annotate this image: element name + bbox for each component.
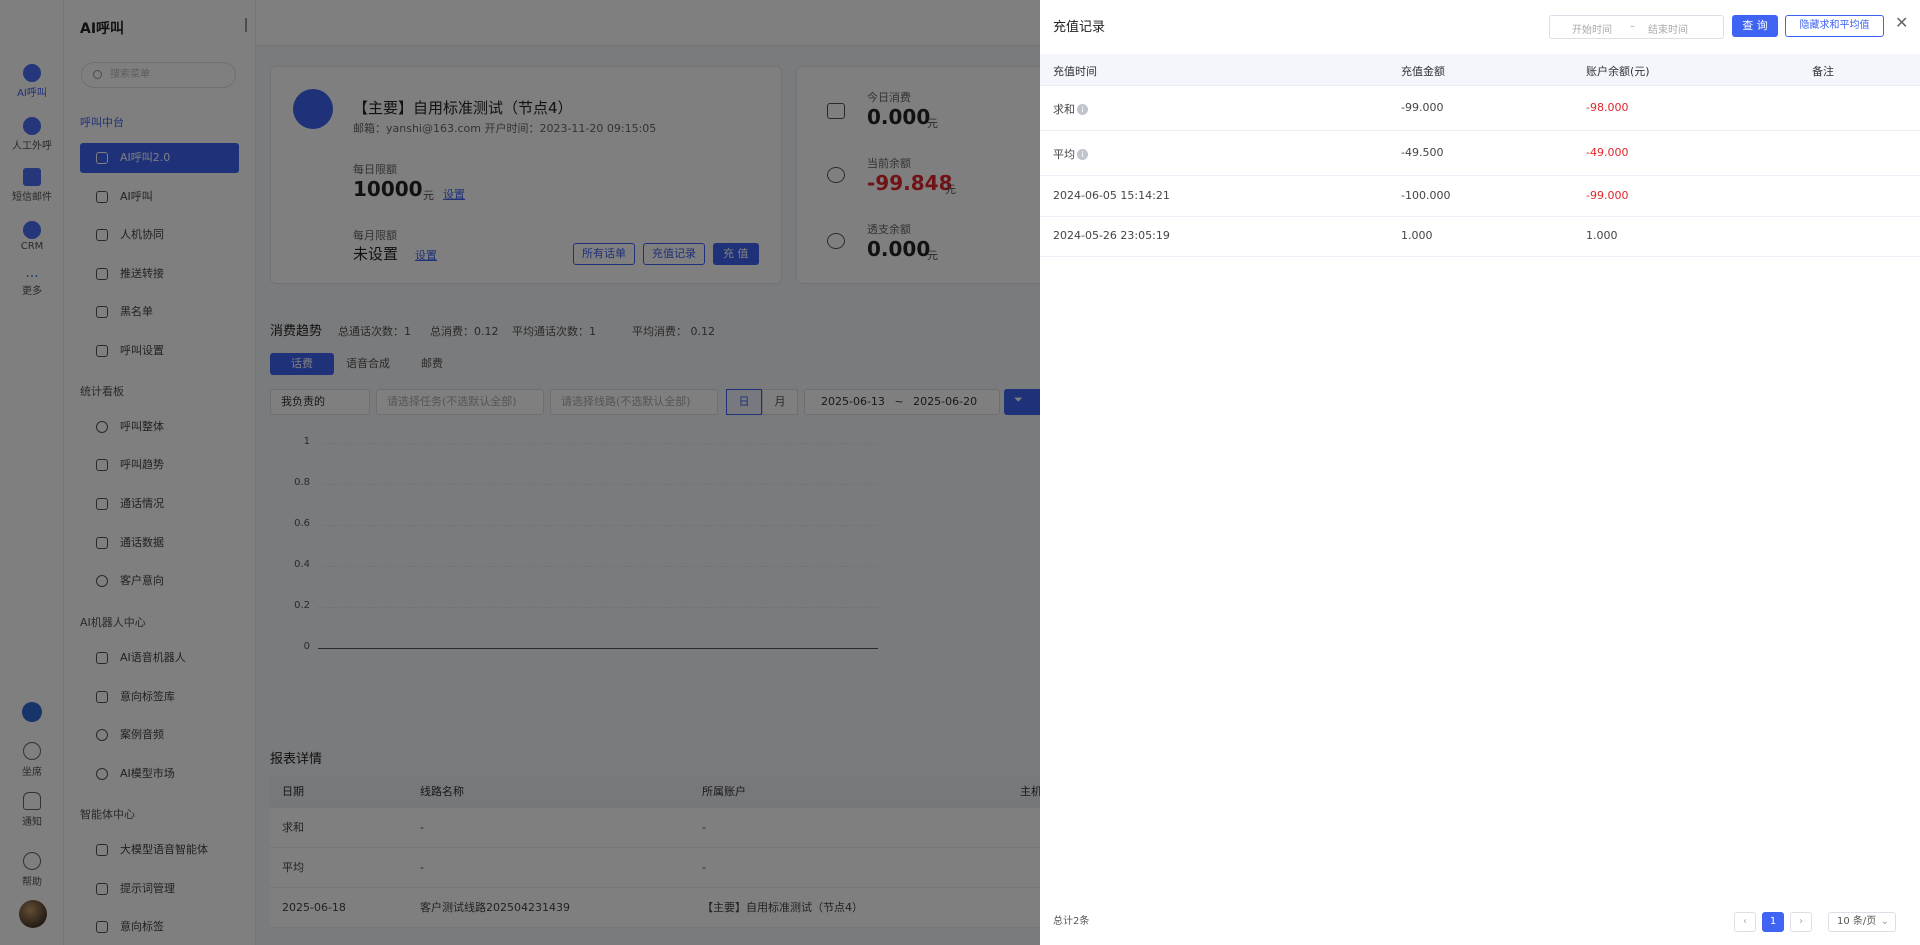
table-row: 2024-06-05 15:14:21 -100.000 -99.000 xyxy=(1040,176,1920,217)
hide-sum-avg-button[interactable]: 隐藏求和平均值 xyxy=(1785,15,1884,37)
info-icon[interactable]: i xyxy=(1077,149,1088,160)
recharge-records-drawer: 充值记录 开始时间 – 结束时间 查 询 隐藏求和平均值 ✕ 充值时间 充值金额… xyxy=(1040,0,1920,945)
chevron-right-icon: › xyxy=(1799,916,1803,927)
drawer-title: 充值记录 xyxy=(1053,20,1106,35)
page-button-1[interactable]: 1 xyxy=(1762,912,1784,932)
chevron-down-icon: ⌄ xyxy=(1880,916,1889,927)
chevron-left-icon: ‹ xyxy=(1743,916,1747,927)
next-page-button[interactable]: › xyxy=(1790,912,1812,932)
info-icon[interactable]: i xyxy=(1077,104,1088,115)
drawer-table-header: 充值时间 充值金额 账户余额(元) 备注 xyxy=(1040,54,1920,86)
total-count: 总计2条 xyxy=(1053,916,1090,927)
page-size-select[interactable]: 10 条/页 ⌄ xyxy=(1828,912,1896,932)
table-row: 求和 i -99.000 -98.000 xyxy=(1040,86,1920,131)
query-button[interactable]: 查 询 xyxy=(1732,15,1778,37)
close-icon[interactable]: ✕ xyxy=(1895,15,1909,31)
date-range-input[interactable]: 开始时间 – 结束时间 xyxy=(1549,15,1724,39)
table-row: 平均 i -49.500 -49.000 xyxy=(1040,131,1920,176)
prev-page-button[interactable]: ‹ xyxy=(1734,912,1756,932)
table-row: 2024-05-26 23:05:19 1.000 1.000 xyxy=(1040,217,1920,257)
